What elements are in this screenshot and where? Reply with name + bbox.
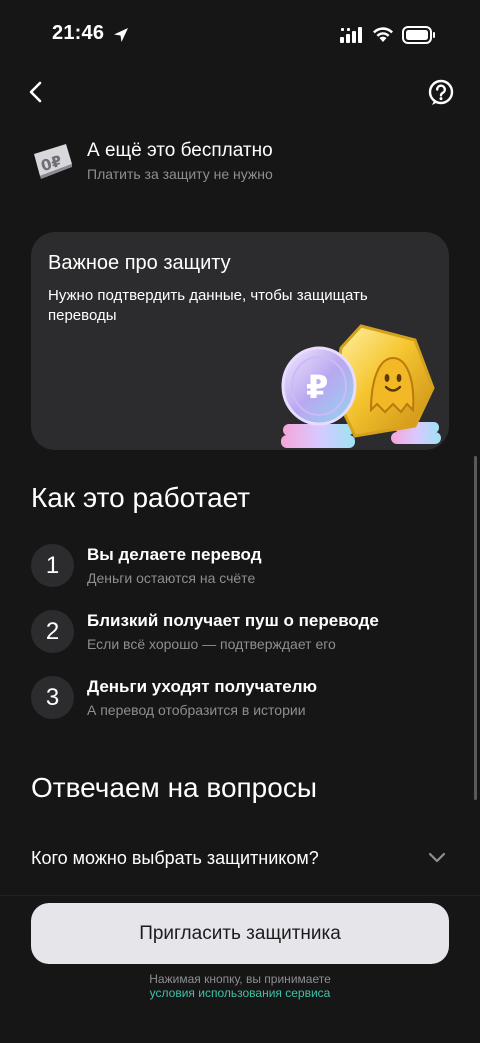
faq-item[interactable]: Кого можно выбрать защитником? xyxy=(31,838,449,880)
step-title: Близкий получает пуш о переводе xyxy=(87,611,379,630)
signal-icon xyxy=(340,27,362,43)
faq-question: Кого можно выбрать защитником? xyxy=(31,848,319,868)
help-icon[interactable] xyxy=(424,76,458,110)
back-button[interactable] xyxy=(20,76,52,108)
step-number: 1 xyxy=(31,544,74,587)
step-subtitle: Если всё хорошо — подтверждает его xyxy=(87,636,336,652)
free-title: А ещё это бесплатно xyxy=(87,140,273,161)
free-subtitle: Платить за защиту не нужно xyxy=(87,166,273,182)
terms-link[interactable]: условия использования сервиса xyxy=(0,986,480,1000)
faq-title: Отвечаем на вопросы xyxy=(31,772,317,803)
free-info-row: 0₽ А ещё это бесплатно Платить за защиту… xyxy=(28,138,448,190)
step-subtitle: Деньги остаются на счёте xyxy=(87,570,256,586)
how-it-works-title: Как это работает xyxy=(31,482,251,513)
coins-illustration: ₽ xyxy=(281,324,441,448)
verify-data-card[interactable]: Важное про защиту Нужно подтвердить данн… xyxy=(31,232,449,450)
invite-protector-button[interactable]: Пригласить защитника xyxy=(31,903,449,964)
chevron-down-icon xyxy=(428,852,446,863)
step-item: 1 Вы делаете перевод Деньги остаются на … xyxy=(31,544,451,594)
location-arrow-icon xyxy=(114,28,128,42)
terms-text: Нажимая кнопку, вы принимаете xyxy=(149,972,331,986)
status-bar: 21:46 xyxy=(0,0,480,70)
status-time: 21:46 xyxy=(52,22,105,44)
step-item: 3 Деньги уходят получателю А перевод ото… xyxy=(31,676,451,726)
battery-icon xyxy=(402,26,435,44)
step-subtitle: А перевод отобразится в истории xyxy=(87,702,306,718)
zero-rouble-icon: 0₽ xyxy=(34,144,72,179)
wifi-icon xyxy=(373,27,393,42)
screen: 21:46 0₽ А ещё это бесплатно Платить за … xyxy=(0,0,480,1043)
scrollbar[interactable] xyxy=(474,456,477,800)
card-title: Важное про защиту xyxy=(48,252,231,274)
svg-text:₽: ₽ xyxy=(306,368,328,406)
step-title: Вы делаете перевод xyxy=(87,545,262,564)
step-number: 3 xyxy=(31,676,74,719)
step-title: Деньги уходят получателю xyxy=(87,677,318,696)
step-item: 2 Близкий получает пуш о переводе Если в… xyxy=(31,610,451,660)
step-number: 2 xyxy=(31,610,74,653)
